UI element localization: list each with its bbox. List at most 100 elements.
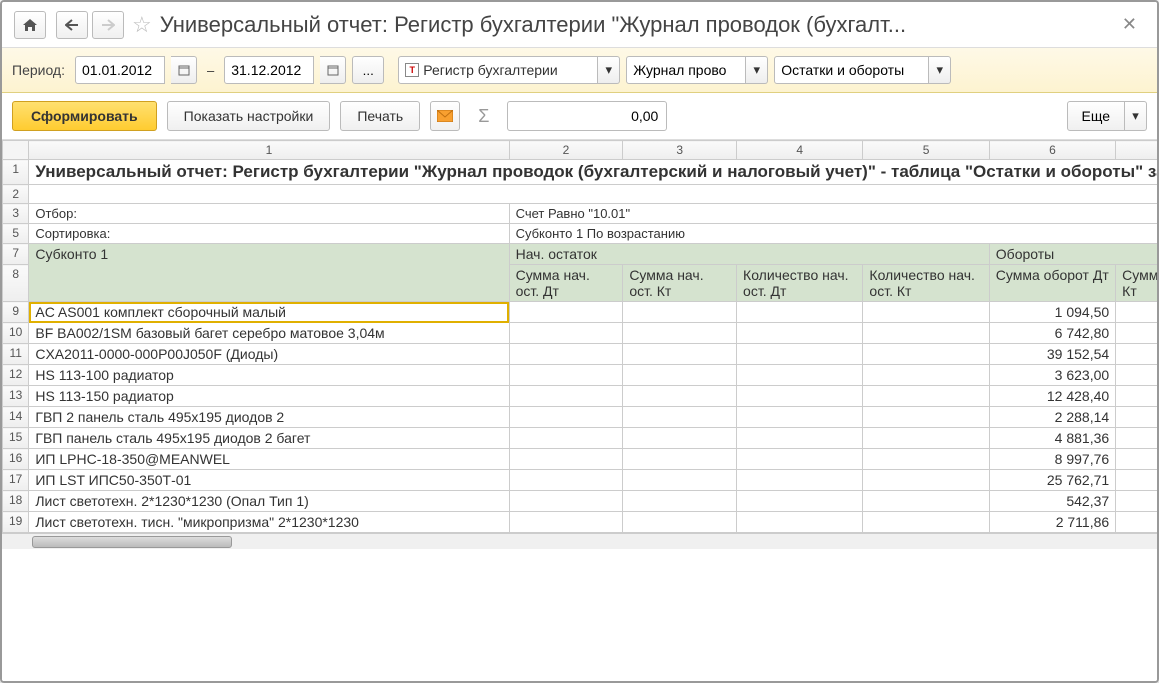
print-button[interactable]: Печать: [340, 101, 420, 131]
table-row[interactable]: 17ИП LST ИПС50-350Т-0125 762,717 084,: [3, 470, 1158, 491]
cell-name[interactable]: HS 113-150 радиатор: [29, 386, 509, 407]
cell-qty-nach-kt[interactable]: [863, 365, 989, 386]
cell-sum-nach-kt[interactable]: [623, 323, 737, 344]
cell-name[interactable]: BF BA002/1SM базовый багет серебро матов…: [29, 323, 509, 344]
home-button[interactable]: [14, 11, 46, 39]
cell-sum-nach-dt[interactable]: [509, 470, 623, 491]
cell-name[interactable]: CXA2011-0000-000P00J050F (Диоды): [29, 344, 509, 365]
journal-value[interactable]: [626, 56, 746, 84]
close-icon[interactable]: ✕: [1114, 10, 1145, 39]
cell-ob-dt[interactable]: 8 997,76: [989, 449, 1115, 470]
cell-qty-nach-kt[interactable]: [863, 323, 989, 344]
cell-qty-nach-kt[interactable]: [863, 386, 989, 407]
cell-qty-nach-dt[interactable]: [737, 470, 863, 491]
forward-button[interactable]: [92, 11, 124, 39]
cell-sum-nach-dt[interactable]: [509, 302, 623, 323]
date-from-picker[interactable]: [171, 56, 197, 84]
cell-sum-nach-dt[interactable]: [509, 365, 623, 386]
more-dropdown[interactable]: ▾: [1125, 101, 1147, 131]
cell-sum-nach-kt[interactable]: [623, 428, 737, 449]
date-to-input[interactable]: [224, 56, 314, 84]
scrollbar-thumb[interactable]: [32, 536, 232, 548]
cell-sum-nach-kt[interactable]: [623, 512, 737, 533]
cell-ob-dt[interactable]: 39 152,54: [989, 344, 1115, 365]
cell-sum-nach-kt[interactable]: [623, 407, 737, 428]
cell-name[interactable]: Лист светотехн. 2*1230*1230 (Опал Тип 1): [29, 491, 509, 512]
date-from-input[interactable]: [75, 56, 165, 84]
cell-ob-kt[interactable]: 2 928,: [1116, 428, 1157, 449]
cell-ob-dt[interactable]: 12 428,40: [989, 386, 1115, 407]
cell-name[interactable]: HS 113-100 радиатор: [29, 365, 509, 386]
cell-ob-dt[interactable]: 4 881,36: [989, 428, 1115, 449]
table-row[interactable]: 18Лист светотехн. 2*1230*1230 (Опал Тип …: [3, 491, 1158, 512]
sum-input[interactable]: [507, 101, 667, 131]
period-dialog-button[interactable]: ...: [352, 56, 384, 84]
cell-sum-nach-kt[interactable]: [623, 302, 737, 323]
cell-qty-nach-kt[interactable]: [863, 302, 989, 323]
cell-name[interactable]: ГВП 2 панель сталь 495х195 диодов 2: [29, 407, 509, 428]
cell-ob-kt[interactable]: 1 854,: [1116, 323, 1157, 344]
cell-sum-nach-kt[interactable]: [623, 344, 737, 365]
cell-sum-nach-dt[interactable]: [509, 449, 623, 470]
cell-ob-dt[interactable]: 542,37: [989, 491, 1115, 512]
table-row[interactable]: 14ГВП 2 панель сталь 495х195 диодов 22 2…: [3, 407, 1158, 428]
table-row[interactable]: 16ИП LPHC-18-350@MEANWEL8 997,76438,: [3, 449, 1158, 470]
cell-qty-nach-kt[interactable]: [863, 491, 989, 512]
cell-sum-nach-dt[interactable]: [509, 428, 623, 449]
chevron-down-icon[interactable]: ▾: [746, 56, 768, 84]
cell-name[interactable]: ГВП панель сталь 495х195 диодов 2 багет: [29, 428, 509, 449]
cell-ob-kt[interactable]: 438,: [1116, 449, 1157, 470]
report-area[interactable]: 1 2 3 4 5 6 7 1 Универсальный отчет: Рег…: [2, 140, 1157, 681]
cell-ob-dt[interactable]: 3 623,00: [989, 365, 1115, 386]
cell-sum-nach-dt[interactable]: [509, 344, 623, 365]
cell-ob-kt[interactable]: [1116, 491, 1157, 512]
more-button[interactable]: Еще: [1067, 101, 1126, 131]
cell-qty-nach-dt[interactable]: [737, 302, 863, 323]
table-row[interactable]: 10BF BA002/1SM базовый багет серебро мат…: [3, 323, 1158, 344]
cell-name[interactable]: AC AS001 комплект сборочный малый: [29, 302, 509, 323]
register-type-combo[interactable]: TРегистр бухгалтерии ▾: [398, 56, 620, 84]
cell-qty-nach-kt[interactable]: [863, 407, 989, 428]
cell-ob-kt[interactable]: 18 010,: [1116, 344, 1157, 365]
cell-ob-kt[interactable]: 1 084,: [1116, 512, 1157, 533]
cell-ob-kt[interactable]: 2 288,: [1116, 407, 1157, 428]
cell-qty-nach-kt[interactable]: [863, 470, 989, 491]
cell-sum-nach-kt[interactable]: [623, 491, 737, 512]
cell-sum-nach-dt[interactable]: [509, 512, 623, 533]
table-row[interactable]: 15ГВП панель сталь 495х195 диодов 2 баге…: [3, 428, 1158, 449]
cell-qty-nach-kt[interactable]: [863, 344, 989, 365]
cell-sum-nach-kt[interactable]: [623, 386, 737, 407]
cell-ob-kt[interactable]: [1116, 365, 1157, 386]
cell-qty-nach-dt[interactable]: [737, 407, 863, 428]
cell-sum-nach-dt[interactable]: [509, 323, 623, 344]
table-row[interactable]: 12HS 113-100 радиатор3 623,00: [3, 365, 1158, 386]
cell-sum-nach-kt[interactable]: [623, 449, 737, 470]
date-to-picker[interactable]: [320, 56, 346, 84]
cell-name[interactable]: ИП LST ИПС50-350Т-01: [29, 470, 509, 491]
cell-qty-nach-dt[interactable]: [737, 365, 863, 386]
cell-qty-nach-dt[interactable]: [737, 428, 863, 449]
cell-qty-nach-dt[interactable]: [737, 512, 863, 533]
mode-value[interactable]: [774, 56, 929, 84]
cell-qty-nach-dt[interactable]: [737, 449, 863, 470]
cell-qty-nach-dt[interactable]: [737, 344, 863, 365]
table-row[interactable]: 13HS 113-150 радиатор12 428,404 764,: [3, 386, 1158, 407]
generate-button[interactable]: Сформировать: [12, 101, 157, 131]
cell-qty-nach-dt[interactable]: [737, 386, 863, 407]
chevron-down-icon[interactable]: ▾: [929, 56, 951, 84]
cell-name[interactable]: ИП LPHC-18-350@MEANWEL: [29, 449, 509, 470]
horizontal-scrollbar[interactable]: [2, 533, 1157, 549]
back-button[interactable]: [56, 11, 88, 39]
favorite-icon[interactable]: ☆: [132, 12, 152, 38]
cell-sum-nach-kt[interactable]: [623, 470, 737, 491]
cell-qty-nach-kt[interactable]: [863, 449, 989, 470]
cell-sum-nach-kt[interactable]: [623, 365, 737, 386]
journal-combo[interactable]: ▾: [626, 56, 768, 84]
cell-sum-nach-dt[interactable]: [509, 407, 623, 428]
cell-name[interactable]: Лист светотехн. тисн. "микропризма" 2*12…: [29, 512, 509, 533]
cell-qty-nach-kt[interactable]: [863, 512, 989, 533]
table-row[interactable]: 9AC AS001 комплект сборочный малый1 094,…: [3, 302, 1158, 323]
cell-ob-kt[interactable]: 7 084,: [1116, 470, 1157, 491]
mode-combo[interactable]: ▾: [774, 56, 951, 84]
cell-sum-nach-dt[interactable]: [509, 491, 623, 512]
